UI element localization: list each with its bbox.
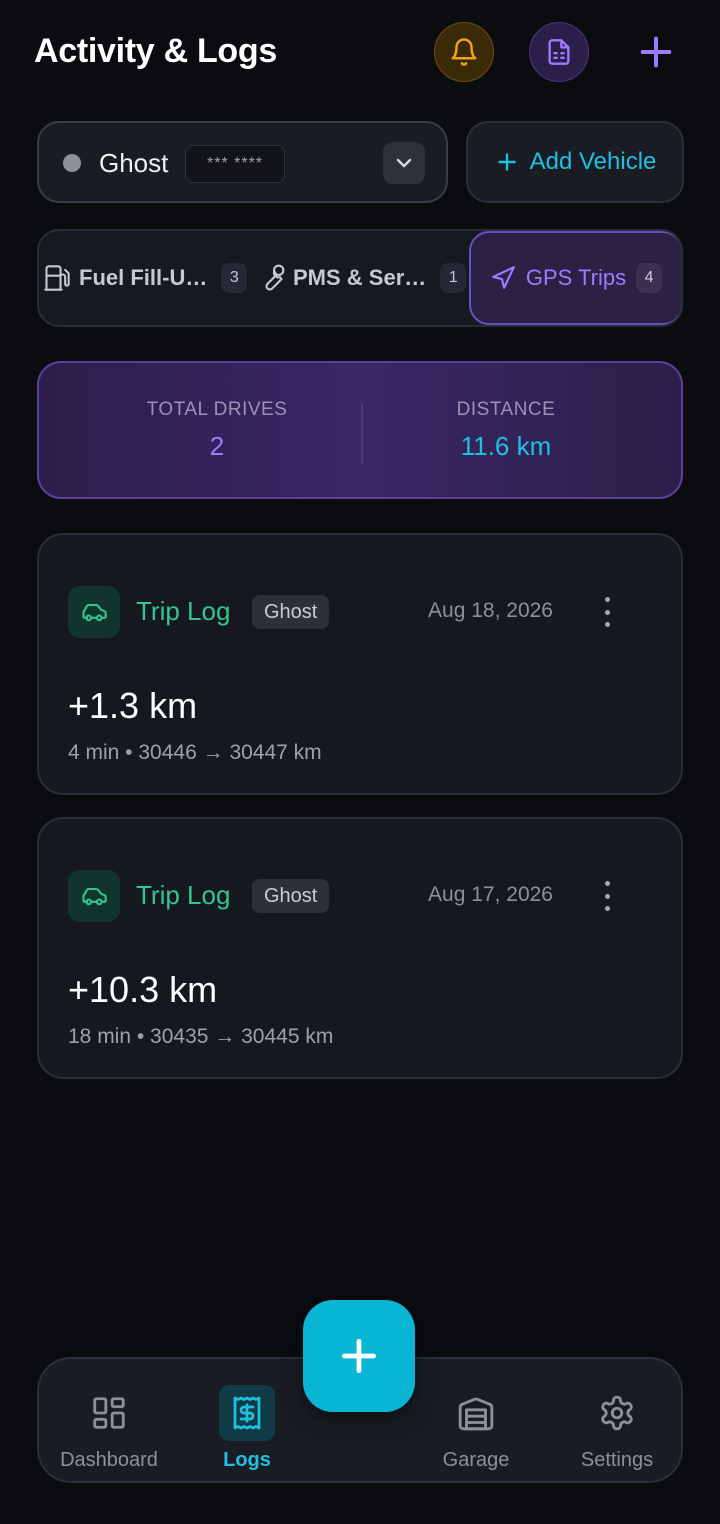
nav-dashboard-label: Dashboard [60, 1449, 158, 1471]
more-options-button[interactable] [597, 881, 617, 911]
trip-card[interactable]: Trip Log Ghost Aug 18, 2026 +1.3 km 4 mi… [37, 533, 683, 795]
nav-settings[interactable]: Settings [569, 1359, 665, 1481]
trip-date: Aug 17, 2026 [428, 883, 553, 906]
nav-dashboard-icon-wrap [81, 1385, 137, 1441]
add-vehicle-label: Add Vehicle [529, 148, 657, 175]
bell-icon [451, 38, 477, 66]
nav-settings-label: Settings [580, 1449, 654, 1471]
receipt-dollar-icon [233, 1396, 261, 1430]
nav-settings-icon-wrap [589, 1385, 645, 1441]
trip-title: Trip Log [136, 596, 231, 626]
kebab-dot [604, 597, 610, 602]
car-icon [82, 887, 107, 906]
tab-fuel[interactable]: Fuel Fill-U… 3 [43, 231, 248, 325]
activity-logs-screen: Activity & Logs Ghost *** **** Add Vehic… [0, 0, 720, 1524]
header: Activity & Logs [0, 0, 720, 110]
total-drives-value: 2 [209, 431, 225, 461]
kebab-dot [604, 881, 610, 886]
add-log-button[interactable] [626, 22, 686, 82]
plus-icon [640, 36, 672, 68]
trip-stats-card: TOTAL DRIVES 2 DISTANCE 11.6 km [37, 361, 683, 499]
tab-fuel-label: Fuel Fill-U… [79, 265, 208, 290]
navigation-arrow-icon [492, 266, 515, 289]
vehicle-status-dot [63, 154, 81, 172]
nav-garage[interactable]: Garage [431, 1359, 521, 1481]
nav-garage-label: Garage [442, 1449, 510, 1471]
nav-dashboard[interactable]: Dashboard [53, 1359, 165, 1481]
more-options-button[interactable] [597, 597, 617, 627]
kebab-dot [604, 609, 610, 615]
trip-title: Trip Log [136, 880, 231, 910]
wrench-icon [265, 264, 285, 291]
trip-icon-box [68, 586, 120, 638]
trip-details: 4 min • 30446 → 30447 km [68, 741, 322, 764]
trip-date: Aug 18, 2026 [428, 599, 553, 622]
document-icon [548, 39, 570, 65]
kebab-dot [604, 622, 610, 627]
gear-icon [601, 1395, 633, 1431]
trip-distance: +1.3 km [68, 685, 198, 726]
tab-fuel-count: 3 [221, 263, 248, 293]
car-icon [82, 603, 107, 622]
plus-icon [497, 153, 516, 171]
tab-gps-count: 4 [636, 263, 663, 293]
vehicle-dropdown-button[interactable] [383, 142, 425, 184]
log-type-tabs: Fuel Fill-U… 3 PMS & Ser… 1 GPS Trips 4 [37, 229, 683, 327]
trip-details: 18 min • 30435 → 30445 km [68, 1025, 334, 1048]
chevron-down-icon [396, 158, 412, 168]
trip-distance: +10.3 km [68, 969, 218, 1010]
reports-button[interactable] [529, 22, 589, 82]
nav-logs-icon-wrap [219, 1385, 275, 1441]
nav-logs[interactable]: Logs [207, 1359, 287, 1481]
tab-pms-label: PMS & Ser… [293, 265, 427, 290]
trip-card[interactable]: Trip Log Ghost Aug 17, 2026 +10.3 km 18 … [37, 817, 683, 1079]
garage-icon [458, 1397, 494, 1431]
kebab-dot [604, 906, 610, 911]
trip-vehicle-badge: Ghost [252, 595, 330, 629]
nav-garage-icon-wrap [448, 1385, 504, 1441]
fuel-pump-icon [44, 265, 70, 291]
nav-logs-label: Logs [223, 1449, 271, 1471]
page-title: Activity & Logs [34, 32, 277, 70]
quick-add-fab[interactable] [303, 1300, 415, 1412]
trip-vehicle-badge: Ghost [252, 879, 330, 913]
vehicle-plate: *** **** [185, 145, 285, 183]
add-vehicle-button[interactable]: Add Vehicle [466, 121, 684, 203]
total-drives-stat: TOTAL DRIVES 2 [57, 399, 377, 462]
trip-icon-box [68, 870, 120, 922]
tab-pms-count: 1 [440, 263, 467, 293]
vehicle-selector[interactable]: Ghost *** **** [37, 121, 448, 203]
total-drives-label: TOTAL DRIVES [146, 399, 288, 420]
distance-label: DISTANCE [456, 399, 556, 420]
tab-gps-label: GPS Trips [525, 265, 627, 290]
plus-icon [341, 1338, 377, 1374]
kebab-dot [604, 893, 610, 899]
tab-pms[interactable]: PMS & Ser… 1 [257, 231, 467, 325]
notifications-button[interactable] [434, 22, 494, 82]
tab-gps-trips[interactable]: GPS Trips 4 [469, 231, 681, 325]
dashboard-grid-icon [93, 1397, 125, 1429]
distance-value: 11.6 km [460, 431, 552, 461]
vehicle-name: Ghost [99, 148, 169, 178]
distance-stat: DISTANCE 11.6 km [346, 399, 666, 462]
